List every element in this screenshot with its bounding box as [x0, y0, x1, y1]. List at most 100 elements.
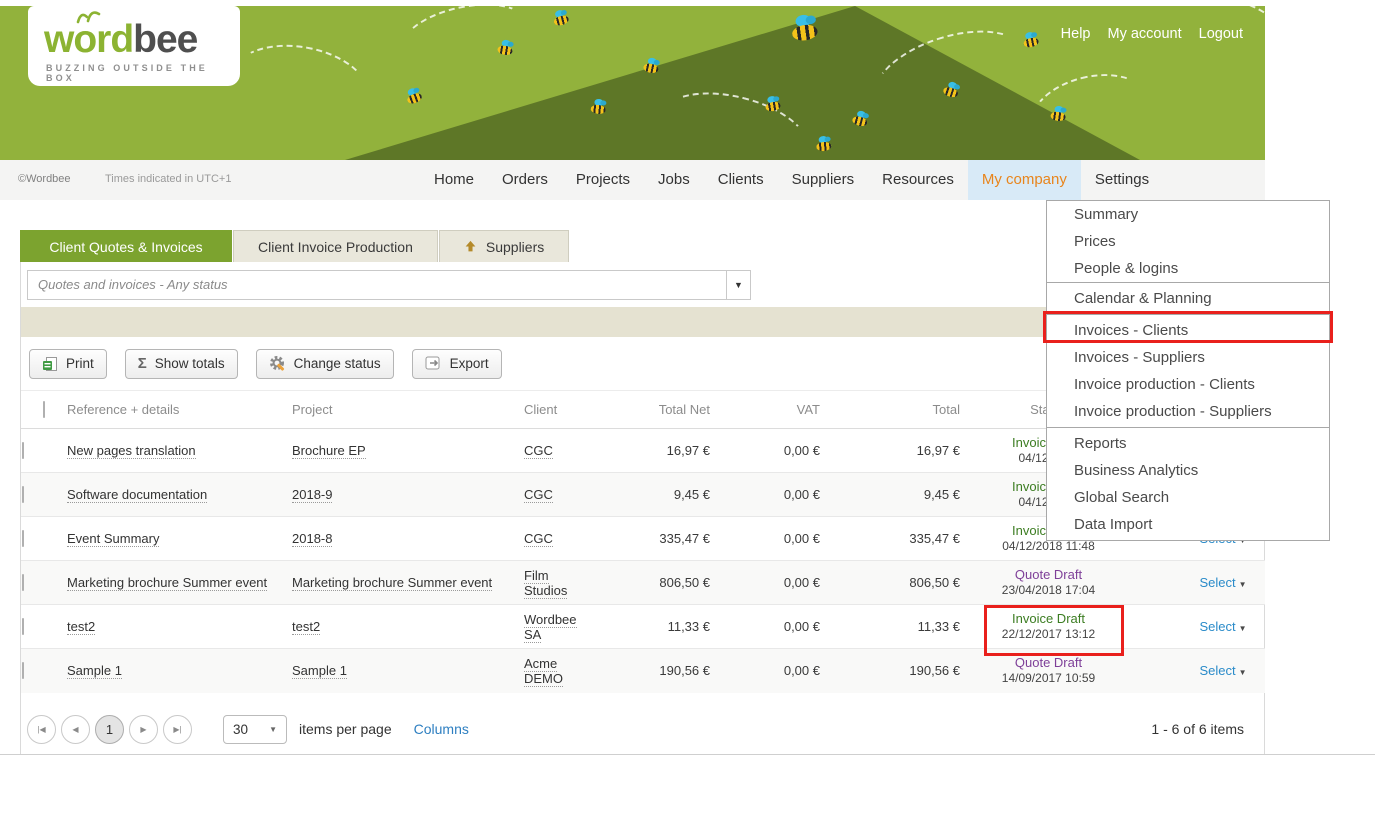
nav-item-home[interactable]: Home: [420, 160, 488, 200]
nav-item-orders[interactable]: Orders: [488, 160, 562, 200]
client-link[interactable]: CGC: [524, 487, 553, 503]
total-value: 16,97 €: [826, 429, 966, 473]
menu-item-data-import[interactable]: Data Import: [1047, 511, 1329, 538]
select-action-link[interactable]: Select: [1199, 663, 1235, 678]
menu-group: Reports Business Analytics Global Search…: [1046, 427, 1330, 541]
row-checkbox[interactable]: [22, 618, 24, 635]
pagination-bar: |◀ ◀ 1 ▶ ▶| 30 ▼ items per page Columns …: [21, 704, 1264, 754]
col-header-vat[interactable]: VAT: [716, 391, 826, 429]
reference-link[interactable]: Sample 1: [67, 663, 122, 679]
row-checkbox[interactable]: [22, 442, 24, 459]
col-header-project[interactable]: Project: [291, 391, 516, 429]
tab-suppliers[interactable]: Suppliers: [439, 230, 569, 262]
vat-value: 0,00 €: [716, 561, 826, 605]
first-page-button[interactable]: |◀: [27, 715, 56, 744]
total-net-value: 190,56 €: [606, 649, 716, 693]
main-navbar: ©Wordbee Times indicated in UTC+1 Home O…: [0, 160, 1265, 200]
total-value: 190,56 €: [826, 649, 966, 693]
chevron-down-icon: ▼: [734, 280, 743, 290]
bee-icon: [1049, 105, 1069, 122]
menu-item-invoices-suppliers[interactable]: Invoices - Suppliers: [1047, 344, 1329, 371]
bee-icon: [496, 39, 516, 57]
bee-icon: [589, 98, 608, 115]
client-link[interactable]: CGC: [524, 443, 553, 459]
client-link[interactable]: Acme DEMO: [524, 656, 563, 687]
col-header-client[interactable]: Client: [516, 391, 606, 429]
col-header-total-net[interactable]: Total Net: [606, 391, 716, 429]
select-all-checkbox[interactable]: [43, 401, 45, 418]
next-page-icon: ▶: [140, 725, 146, 734]
nav-item-resources[interactable]: Resources: [868, 160, 968, 200]
status-date: 04/12/2018 11:48: [967, 539, 1130, 554]
vat-value: 0,00 €: [716, 429, 826, 473]
next-page-button[interactable]: ▶: [129, 715, 158, 744]
row-checkbox[interactable]: [22, 486, 24, 503]
export-button[interactable]: Export: [412, 349, 502, 379]
tab-client-quotes-invoices[interactable]: Client Quotes & Invoices: [20, 230, 232, 262]
menu-item-calendar-planning[interactable]: Calendar & Planning: [1047, 285, 1329, 312]
reference-link[interactable]: Software documentation: [67, 487, 207, 503]
status-filter-value[interactable]: Quotes and invoices - Any status: [27, 270, 727, 300]
menu-item-global-search[interactable]: Global Search: [1047, 484, 1329, 511]
menu-item-people-logins[interactable]: People & logins: [1047, 255, 1329, 282]
logout-link[interactable]: Logout: [1199, 26, 1243, 42]
menu-item-business-analytics[interactable]: Business Analytics: [1047, 457, 1329, 484]
help-link[interactable]: Help: [1061, 26, 1091, 42]
table-row: Marketing brochure Summer event Marketin…: [21, 561, 1265, 605]
my-account-link[interactable]: My account: [1107, 26, 1181, 42]
nav-item-suppliers[interactable]: Suppliers: [778, 160, 869, 200]
client-link[interactable]: Wordbee SA: [524, 612, 577, 643]
menu-item-reports[interactable]: Reports: [1047, 430, 1329, 457]
reference-link[interactable]: New pages translation: [67, 443, 196, 459]
vat-value: 0,00 €: [716, 649, 826, 693]
status-filter-dropdown-button[interactable]: ▼: [727, 270, 751, 300]
print-button[interactable]: Print: [29, 349, 107, 379]
status-filter-combobox: Quotes and invoices - Any status ▼: [27, 270, 751, 300]
reference-link[interactable]: Event Summary: [67, 531, 159, 547]
columns-link[interactable]: Columns: [414, 721, 469, 737]
menu-item-summary[interactable]: Summary: [1047, 201, 1329, 228]
account-links: Help My account Logout: [1061, 26, 1243, 42]
col-header-reference[interactable]: Reference + details: [66, 391, 291, 429]
project-link[interactable]: 2018-9: [292, 487, 332, 503]
items-per-page-label: items per page: [299, 721, 392, 737]
row-checkbox[interactable]: [22, 530, 24, 547]
prev-page-button[interactable]: ◀: [61, 715, 90, 744]
project-link[interactable]: Brochure EP: [292, 443, 366, 459]
bee-icon: [788, 13, 822, 43]
nav-item-settings[interactable]: Settings: [1081, 160, 1163, 200]
menu-item-prices[interactable]: Prices: [1047, 228, 1329, 255]
page-number-button[interactable]: 1: [95, 715, 124, 744]
bee-icon: [403, 85, 425, 105]
project-link[interactable]: 2018-8: [292, 531, 332, 547]
client-link[interactable]: CGC: [524, 531, 553, 547]
nav-item-my-company[interactable]: My company: [968, 160, 1081, 200]
change-status-button[interactable]: Change status: [256, 349, 394, 379]
total-value: 806,50 €: [826, 561, 966, 605]
items-range-label: 1 - 6 of 6 items: [1151, 704, 1244, 754]
row-checkbox[interactable]: [22, 662, 24, 679]
reference-link[interactable]: Marketing brochure Summer event: [67, 575, 267, 591]
nav-item-projects[interactable]: Projects: [562, 160, 644, 200]
reference-link[interactable]: test2: [67, 619, 95, 635]
status-label: Quote Draft: [967, 655, 1130, 671]
show-totals-button[interactable]: Σ Show totals: [125, 349, 238, 379]
tab-client-invoice-production[interactable]: Client Invoice Production: [233, 230, 438, 262]
copyright-text: ©Wordbee: [18, 173, 71, 185]
last-page-button[interactable]: ▶|: [163, 715, 192, 744]
col-header-total[interactable]: Total: [826, 391, 966, 429]
total-value: 335,47 €: [826, 517, 966, 561]
select-action-link[interactable]: Select: [1199, 575, 1235, 590]
project-link[interactable]: test2: [292, 619, 320, 635]
up-arrow-icon: [464, 240, 477, 253]
nav-item-clients[interactable]: Clients: [704, 160, 778, 200]
project-link[interactable]: Marketing brochure Summer event: [292, 575, 492, 591]
page-size-select[interactable]: 30 ▼: [223, 715, 287, 744]
menu-item-invoice-production-clients[interactable]: Invoice production - Clients: [1047, 371, 1329, 398]
row-checkbox[interactable]: [22, 574, 24, 591]
nav-item-jobs[interactable]: Jobs: [644, 160, 704, 200]
project-link[interactable]: Sample 1: [292, 663, 347, 679]
menu-item-invoice-production-suppliers[interactable]: Invoice production - Suppliers: [1047, 398, 1329, 425]
client-link[interactable]: Film Studios: [524, 568, 567, 599]
select-action-link[interactable]: Select: [1199, 619, 1235, 634]
